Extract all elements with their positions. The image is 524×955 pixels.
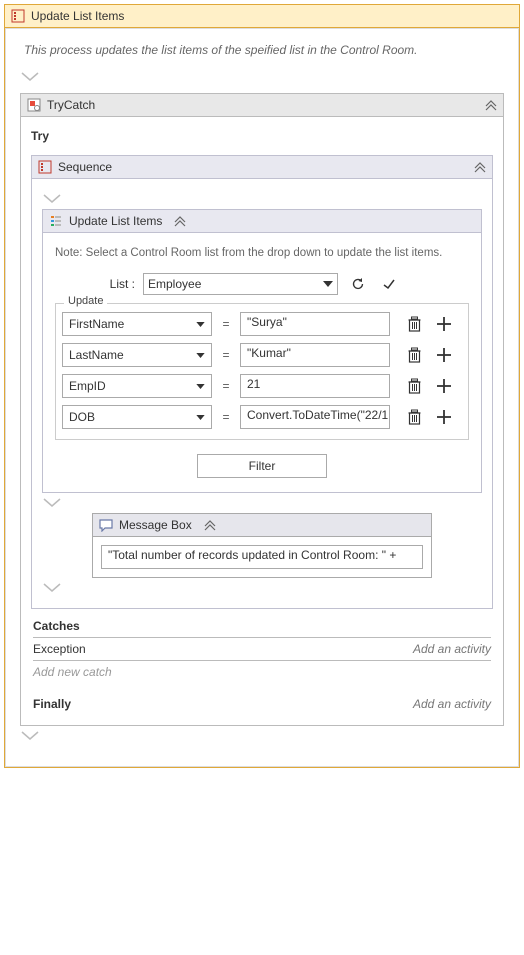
confirm-button[interactable] [378,277,400,291]
update-row: DOB = Convert.ToDateTime("22/1 [62,405,462,429]
update-list-items-header[interactable]: Update List Items [43,210,481,233]
update-row: FirstName = "Surya" [62,312,462,336]
chevron-down-icon [323,281,333,287]
value-input[interactable]: Convert.ToDateTime("22/1 [240,405,390,429]
update-list-items-activity: Update List Items Note: Select a Control… [42,209,482,493]
catches-label: Catches [33,619,80,633]
refresh-button[interactable] [346,276,370,292]
exception-label: Exception [33,642,86,656]
add-activity-link[interactable]: Add an activity [413,697,491,711]
finally-row[interactable]: Finally Add an activity [33,693,491,715]
field-dropdown[interactable]: LastName [62,343,212,367]
update-row: LastName = "Kumar" [62,343,462,367]
list-dropdown[interactable]: Employee [143,273,338,295]
drop-zone-icon[interactable] [20,726,504,746]
collapse-icon[interactable] [485,99,497,111]
collapse-icon[interactable] [204,519,216,531]
sequence-panel: Sequence [31,155,493,609]
delete-row-button[interactable] [404,314,424,334]
update-list-items-title: Update List Items [69,214,162,228]
finally-label: Finally [33,697,71,711]
sequence-icon [38,160,52,174]
sequence-header[interactable]: Sequence [32,156,492,179]
update-row: EmpID = 21 [62,374,462,398]
equals-label: = [220,317,232,331]
drop-zone-icon[interactable] [20,67,504,87]
list-selected-value: Employee [148,277,201,291]
drop-zone-icon[interactable] [42,189,482,209]
list-icon [49,214,63,228]
equals-label: = [220,348,232,362]
message-box-icon [99,518,113,532]
message-box-title: Message Box [119,518,192,532]
add-new-catch-link[interactable]: Add new catch [33,661,491,693]
outer-update-list-panel: Update List Items This process updates t… [4,4,520,768]
collapse-icon[interactable] [174,215,186,227]
filter-button[interactable]: Filter [197,454,327,478]
add-row-button[interactable] [434,407,454,427]
message-box-activity: Message Box "Total number of records upd… [92,513,432,578]
drop-zone-icon[interactable] [42,578,482,598]
collapse-icon[interactable] [474,161,486,173]
add-activity-link[interactable]: Add an activity [413,642,491,656]
delete-row-button[interactable] [404,407,424,427]
field-dropdown[interactable]: FirstName [62,312,212,336]
note-text: Note: Select a Control Room list from th… [55,241,469,271]
sequence-title: Sequence [58,160,112,174]
value-input[interactable]: "Surya" [240,312,390,336]
update-list-items-icon [11,9,25,23]
message-box-header[interactable]: Message Box [93,514,431,537]
field-dropdown[interactable]: EmpID [62,374,212,398]
trycatch-header[interactable]: TryCatch [21,94,503,117]
drop-zone-icon[interactable] [42,493,482,513]
field-dropdown[interactable]: DOB [62,405,212,429]
trycatch-panel: TryCatch Try Sequence [20,93,504,726]
trycatch-icon [27,98,41,112]
add-row-button[interactable] [434,314,454,334]
list-label: List : [55,277,135,291]
try-label: Try [31,127,493,149]
add-row-button[interactable] [434,345,454,365]
value-input[interactable]: "Kumar" [240,343,390,367]
catches-section: Catches [33,615,491,638]
add-row-button[interactable] [434,376,454,396]
message-text-input[interactable]: "Total number of records updated in Cont… [101,545,423,569]
value-input[interactable]: 21 [240,374,390,398]
outer-panel-header[interactable]: Update List Items [5,5,519,28]
update-group: Update FirstName = "Surya" [55,303,469,440]
update-legend: Update [64,295,107,307]
delete-row-button[interactable] [404,376,424,396]
delete-row-button[interactable] [404,345,424,365]
outer-description: This process updates the list items of t… [20,39,504,67]
equals-label: = [220,379,232,393]
trycatch-title: TryCatch [47,98,95,112]
outer-panel-title: Update List Items [31,9,124,23]
equals-label: = [220,410,232,424]
exception-row[interactable]: Exception Add an activity [33,638,491,661]
